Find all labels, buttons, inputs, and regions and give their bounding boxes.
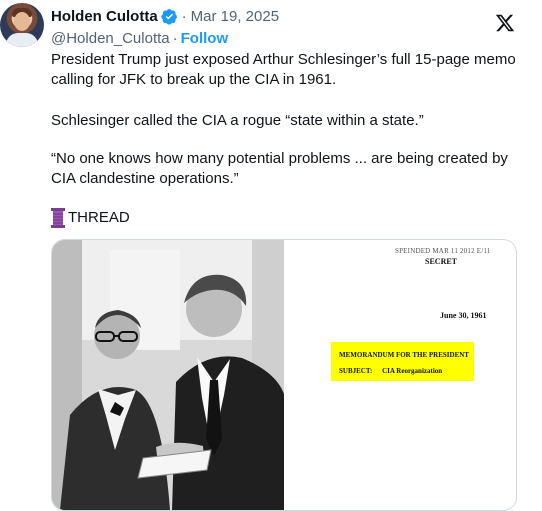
avatar-shirt	[6, 33, 38, 47]
tweet-paragraph-1: President Trump just exposed Arthur Schl…	[51, 51, 516, 88]
tweet-header: Holden Culotta · Mar 19, 2025 @Holden_Cu…	[51, 6, 542, 48]
follow-button[interactable]: Follow	[181, 30, 229, 47]
separator-dot: ·	[172, 29, 178, 47]
author-name[interactable]: Holden Culotta	[51, 8, 158, 25]
memo-subject: CIA Reorganization	[382, 367, 443, 375]
tweet-media[interactable]: SPEINDED MAR 11 2012 E/11 SECRET June 30…	[51, 239, 517, 511]
highlighted-memo-box: MEMORANDUM FOR THE PRESIDENT SUBJECT: CI…	[331, 342, 474, 381]
thread-label: THREAD	[51, 208, 130, 228]
historical-photo[interactable]	[52, 240, 284, 510]
handle-row: @Holden_Culotta · Follow	[51, 28, 542, 48]
memo-title: MEMORANDUM FOR THE PRESIDENT	[339, 351, 469, 359]
doc-header: SPEINDED MAR 11 2012 E/11	[395, 247, 491, 255]
tweet-paragraph-3: “No one knows how many potential problem…	[51, 150, 508, 187]
classification-label: SECRET	[425, 257, 458, 266]
tweet-date[interactable]: Mar 19, 2025	[191, 8, 279, 25]
photo-illustration	[52, 240, 284, 510]
thread-text: THREAD	[68, 209, 130, 226]
x-logo-icon[interactable]	[494, 12, 516, 34]
memo-document[interactable]: SPEINDED MAR 11 2012 E/11 SECRET June 30…	[284, 240, 516, 510]
author-handle[interactable]: @Holden_Culotta	[51, 30, 170, 47]
tweet-paragraph-2: Schlesinger called the CIA a rogue “stat…	[51, 112, 424, 129]
memo-subject-line: SUBJECT: CIA Reorganization	[339, 367, 442, 375]
avatar[interactable]	[0, 3, 44, 47]
thread-spool-icon	[51, 208, 65, 228]
avatar-face	[14, 12, 30, 31]
memo-subject-label: SUBJECT:	[339, 367, 373, 375]
memo-date: June 30, 1961	[440, 311, 487, 320]
separator-dot: ·	[181, 7, 187, 25]
verified-badge-icon	[161, 8, 177, 25]
name-row: Holden Culotta · Mar 19, 2025	[51, 6, 542, 26]
